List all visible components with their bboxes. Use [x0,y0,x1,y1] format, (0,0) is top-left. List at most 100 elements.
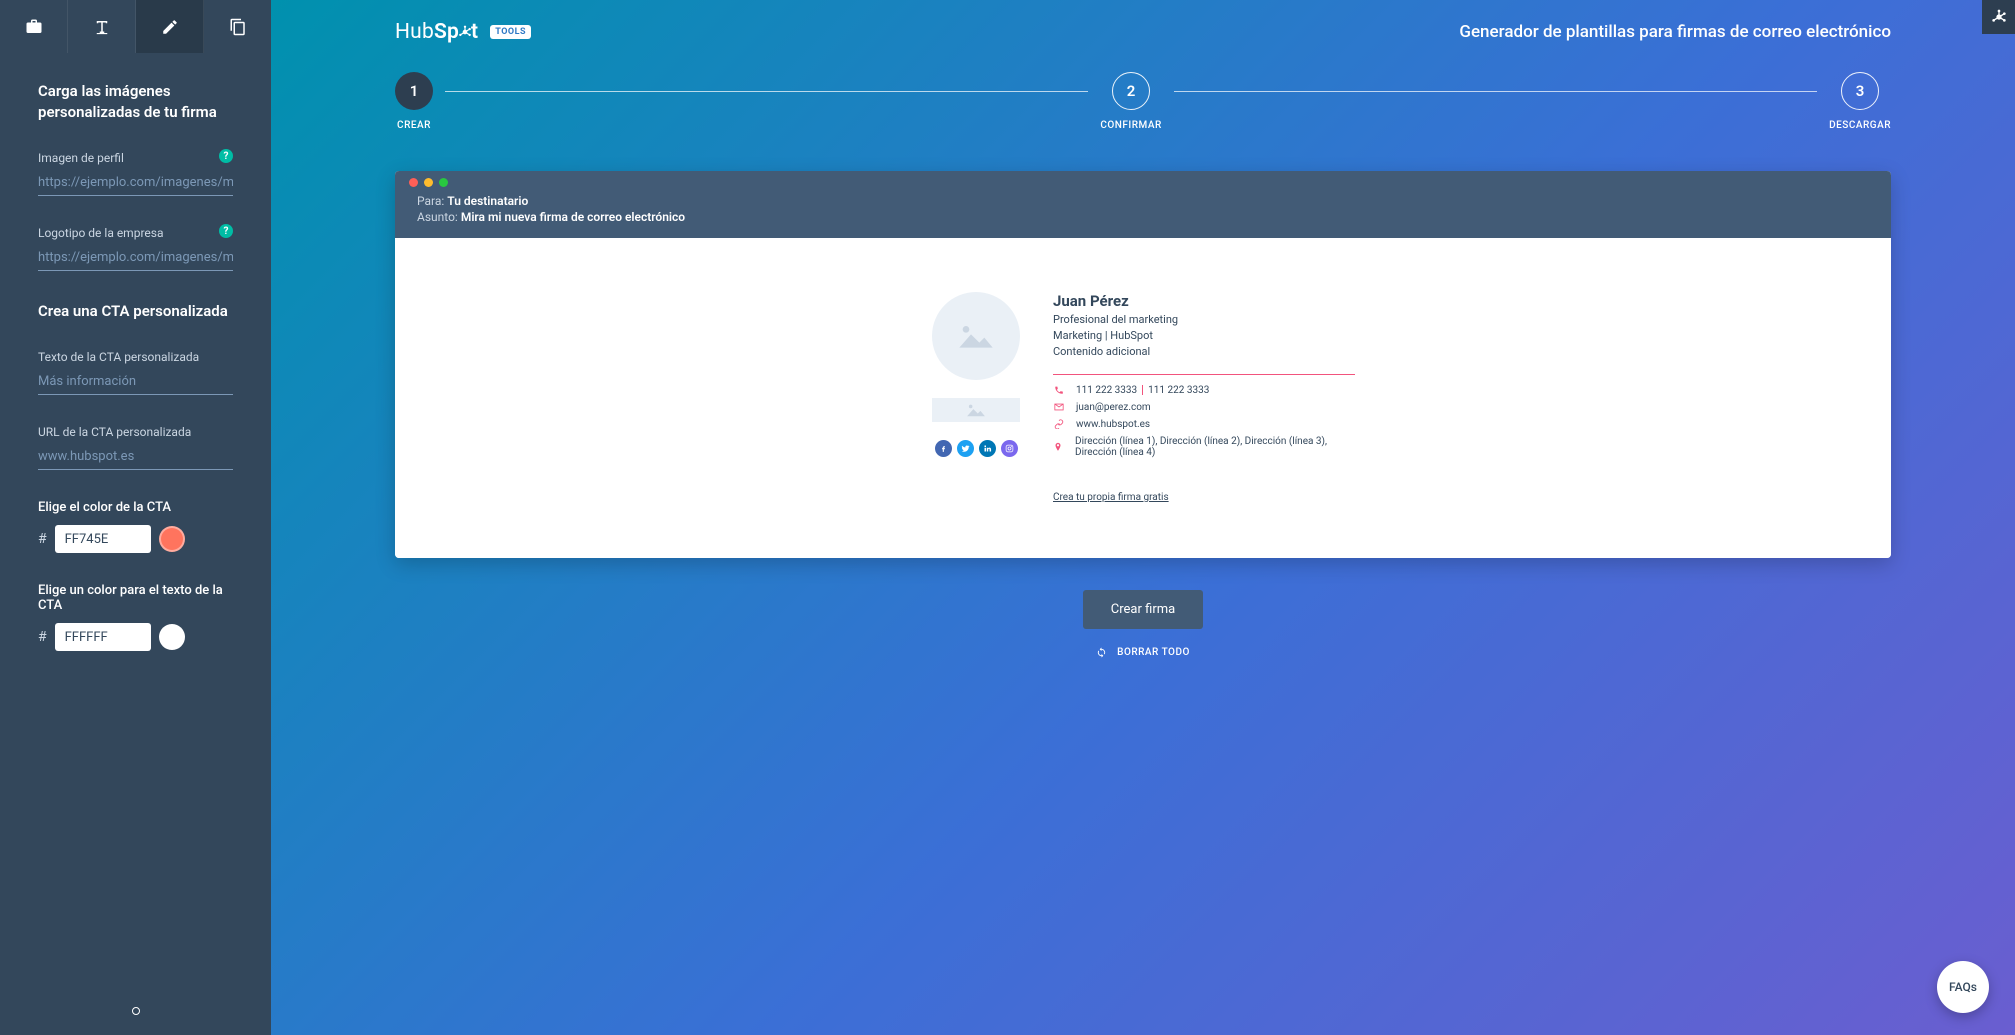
sidebar-body: Carga las imágenes personalizadas de tu … [0,53,271,997]
address-value: Dirección (línea 1), Dirección (línea 2)… [1075,436,1355,458]
step-confirmar[interactable]: 2 CONFIRMAR [1100,72,1161,131]
image-placeholder-icon [956,321,996,351]
progress-steps: 1 CREAR 2 CONFIRMAR 3 DESCARGAR [395,72,1891,131]
step-descargar[interactable]: 3 DESCARGAR [1829,72,1891,131]
create-signature-link[interactable]: Crea tu propia firma gratis [1053,492,1169,503]
profile-image-label: Imagen de perfil [38,151,233,165]
chrome-close-icon [409,178,418,187]
email-icon [1053,402,1064,412]
social-links [935,440,1018,457]
main-area: HubSpt TOOLS Generador de plantillas par… [271,0,2015,1035]
tab-typography[interactable] [68,0,136,53]
chrome-zoom-icon [439,178,448,187]
phone-icon [1053,385,1064,395]
field-company-logo: Logotipo de la empresa ? [38,226,233,271]
chrome-minimize-icon [424,178,433,187]
cta-text-label: Texto de la CTA personalizada [38,350,233,364]
signature-dept-company: Marketing | HubSpot [1053,328,1355,344]
help-icon[interactable]: ? [219,149,233,163]
step-number: 1 [395,72,433,110]
section-upload-images-title: Carga las imágenes personalizadas de tu … [38,81,233,123]
window-chrome [395,171,1891,194]
company-logo-label: Logotipo de la empresa [38,226,233,240]
logo-text: HubSpt [395,20,478,44]
signature-right-column: Juan Pérez Profesional del marketing Mar… [1053,292,1355,504]
signature-preview: Juan Pérez Profesional del marketing Mar… [931,292,1355,504]
company-logo-input[interactable] [38,247,233,271]
step-label: DESCARGAR [1829,120,1891,131]
contact-website: www.hubspot.es [1053,419,1355,430]
email-value: juan@perez.com [1076,402,1151,413]
cta-color-swatch[interactable] [159,526,185,552]
signature-extra: Contenido adicional [1053,344,1355,360]
profile-image-input[interactable] [38,172,233,196]
website-value: www.hubspot.es [1076,419,1150,430]
help-icon[interactable]: ? [219,224,233,238]
clear-all-label: BORRAR TODO [1117,647,1190,658]
step-number: 3 [1841,72,1879,110]
step-number: 2 [1112,72,1150,110]
field-cta-text: Texto de la CTA personalizada [38,350,233,395]
step-connector [445,91,1088,92]
avatar-placeholder [932,292,1020,380]
field-cta-url: URL de la CTA personalizada [38,425,233,470]
pager-dot[interactable] [132,1007,140,1015]
hubspot-sprocket-icon[interactable] [1982,0,2015,34]
field-cta-color: Elige el color de la CTA # [38,500,233,553]
email-subject-value: Mira mi nueva firma de correo electrónic… [461,210,685,224]
step-label: CONFIRMAR [1100,120,1161,131]
text-style-icon [93,18,111,36]
copy-icon [229,18,247,36]
image-placeholder-icon [965,402,987,418]
logo-placeholder [932,398,1020,422]
signature-divider [1053,374,1355,375]
step-connector [1174,91,1817,92]
link-icon [1053,419,1064,429]
cta-text-color-input[interactable] [55,623,151,651]
email-header: Para: Tu destinatario Asunto: Mira mi nu… [395,194,1891,238]
email-to-label: Para: [417,194,444,208]
instagram-icon[interactable] [1001,440,1018,457]
tab-content[interactable] [0,0,68,53]
email-subject-label: Asunto: [417,210,458,224]
actions: Crear firma BORRAR TODO [395,590,1891,658]
cta-text-color-swatch[interactable] [159,624,185,650]
field-cta-text-color: Elige un color para el texto de la CTA # [38,583,233,651]
signature-name: Juan Pérez [1053,292,1355,310]
cta-url-input[interactable] [38,446,233,470]
step-crear[interactable]: 1 CREAR [395,72,433,131]
cta-text-color-label: Elige un color para el texto de la CTA [38,583,233,613]
cta-url-label: URL de la CTA personalizada [38,425,233,439]
step-label: CREAR [397,120,431,131]
tools-badge: TOOLS [490,25,531,39]
contact-address: Dirección (línea 1), Dirección (línea 2)… [1053,436,1355,458]
email-body: Juan Pérez Profesional del marketing Mar… [395,238,1891,558]
pencil-icon [161,18,179,36]
section-cta-title: Crea una CTA personalizada [38,301,233,322]
tab-copy[interactable] [204,0,271,53]
cta-color-label: Elige el color de la CTA [38,500,233,515]
sidebar-pager [0,997,271,1035]
tab-design[interactable] [136,0,204,53]
field-profile-image: Imagen de perfil ? [38,151,233,196]
clear-all-button[interactable]: BORRAR TODO [1096,647,1190,658]
location-icon [1053,442,1063,452]
facebook-icon[interactable] [935,440,952,457]
page-title: Generador de plantillas para firmas de c… [1459,22,1891,42]
cta-color-input[interactable] [55,525,151,553]
sidebar-tabs [0,0,271,53]
create-signature-button[interactable]: Crear firma [1083,590,1203,629]
faqs-button[interactable]: FAQs [1937,961,1989,1013]
refresh-icon [1096,647,1107,658]
hash-symbol: # [38,531,47,547]
sidebar: Carga las imágenes personalizadas de tu … [0,0,271,1035]
cta-text-input[interactable] [38,371,233,395]
briefcase-icon [25,18,43,36]
contact-phone: 111 222 3333111 222 3333 [1053,385,1355,396]
linkedin-icon[interactable] [979,440,996,457]
email-preview-window: Para: Tu destinatario Asunto: Mira mi nu… [395,171,1891,558]
contact-email: juan@perez.com [1053,402,1355,413]
twitter-icon[interactable] [957,440,974,457]
hubspot-logo: HubSpt TOOLS [395,20,531,44]
signature-job-title: Profesional del marketing [1053,312,1355,328]
